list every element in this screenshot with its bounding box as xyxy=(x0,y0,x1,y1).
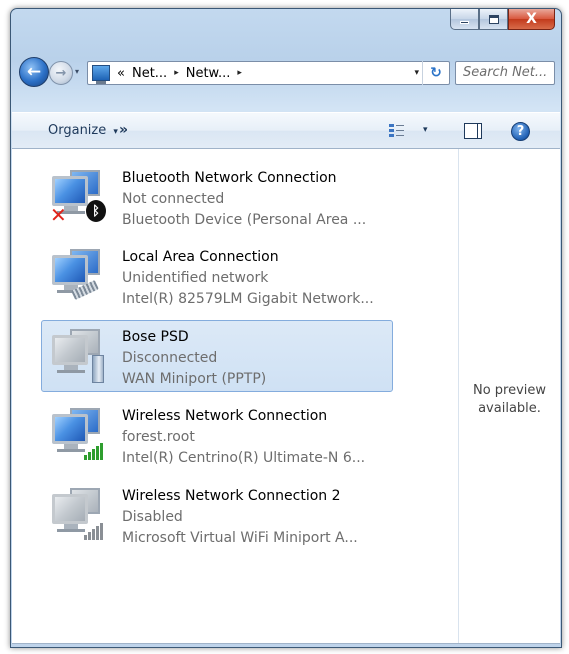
more-commands-button[interactable]: » xyxy=(119,122,128,138)
minimize-icon xyxy=(460,21,469,24)
server-icon xyxy=(92,355,104,383)
close-button[interactable]: X xyxy=(508,9,555,30)
wireless-disabled-icon xyxy=(50,486,104,542)
connection-status: Unidentified network xyxy=(122,270,269,286)
explorer-window: X ← → ▾ « Net... ▸ Netw... ▸ ▾ ↻ Search … xyxy=(10,8,562,648)
content-area: ✕ ᛒ Bluetooth Network Connection Not con… xyxy=(12,149,560,644)
list-item-bluetooth-connection[interactable]: ✕ ᛒ Bluetooth Network Connection Not con… xyxy=(41,161,393,233)
refresh-icon: ↻ xyxy=(430,65,442,81)
wireless-network-icon xyxy=(50,406,104,462)
chevron-down-icon: ▾ xyxy=(113,127,118,137)
signal-strength-icon xyxy=(84,522,104,540)
connection-name: Wireless Network Connection xyxy=(122,408,328,424)
breadcrumb-separator-icon[interactable]: ▸ xyxy=(174,68,179,78)
maximize-button[interactable] xyxy=(479,9,508,30)
back-button[interactable]: ← xyxy=(19,57,49,87)
search-input[interactable]: Search Net... xyxy=(455,61,555,85)
connection-status: Disabled xyxy=(122,509,183,525)
breadcrumb-item[interactable]: Netw... xyxy=(186,66,231,81)
connection-status: forest.root xyxy=(122,429,195,445)
command-bar: Organize ▾ » ▾ ? xyxy=(12,112,560,149)
recent-pages-button[interactable]: ▾ xyxy=(75,67,79,76)
organize-button[interactable]: Organize ▾ xyxy=(48,123,118,138)
change-view-button[interactable]: ▾ xyxy=(389,122,435,140)
connection-device: WAN Miniport (PPTP) xyxy=(122,371,267,387)
list-item-local-area-connection[interactable]: Local Area Connection Unidentified netwo… xyxy=(41,240,393,312)
connection-name: Wireless Network Connection 2 xyxy=(122,488,341,504)
forward-arrow-icon: → xyxy=(55,65,67,81)
forward-button[interactable]: → xyxy=(49,61,73,85)
more-commands-icon: » xyxy=(119,122,129,138)
connection-name: Bluetooth Network Connection xyxy=(122,170,337,186)
list-item-wireless-connection[interactable]: Wireless Network Connection forest.root … xyxy=(41,399,393,471)
preview-pane-button[interactable] xyxy=(464,123,482,139)
caption-buttons: X xyxy=(450,9,555,31)
connection-status: Disconnected xyxy=(122,350,218,366)
chevron-down-icon: ▾ xyxy=(423,125,428,135)
address-dropdown-icon[interactable]: ▾ xyxy=(414,68,419,78)
list-item-wireless-connection-2[interactable]: Wireless Network Connection 2 Disabled M… xyxy=(41,479,393,551)
connection-device: Bluetooth Device (Personal Area ... xyxy=(122,212,367,228)
connection-device: Microsoft Virtual WiFi Miniport A... xyxy=(122,530,358,546)
search-placeholder: Search Net... xyxy=(463,65,548,80)
list-item-bose-psd[interactable]: Bose PSD Disconnected WAN Miniport (PPTP… xyxy=(41,320,393,392)
back-arrow-icon: ← xyxy=(26,62,42,82)
preview-line-2: available. xyxy=(478,401,541,416)
connection-device: Intel(R) 82579LM Gigabit Network... xyxy=(122,291,374,307)
help-button[interactable]: ? xyxy=(511,122,530,141)
breadcrumb-item[interactable]: Net... xyxy=(132,66,167,81)
connection-device: Intel(R) Centrino(R) Ultimate-N 6... xyxy=(122,450,366,466)
signal-strength-icon xyxy=(84,442,104,460)
ethernet-network-icon xyxy=(50,247,104,303)
preview-message: No preview available. xyxy=(459,382,560,418)
control-panel-icon xyxy=(92,65,110,84)
details-view-icon xyxy=(389,123,404,138)
chevron-down-icon: ▾ xyxy=(75,67,80,76)
preview-line-1: No preview xyxy=(472,383,547,398)
address-bar[interactable]: « Net... ▸ Netw... ▸ ▾ ↻ xyxy=(87,61,450,85)
vpn-network-icon xyxy=(50,327,104,383)
breadcrumb-separator-icon[interactable]: ▸ xyxy=(237,68,242,78)
refresh-button[interactable]: ↻ xyxy=(422,61,449,85)
connection-name: Bose PSD xyxy=(122,329,189,345)
connection-status: Not connected xyxy=(122,191,225,207)
organize-label: Organize xyxy=(48,123,107,138)
preview-pane: No preview available. xyxy=(458,149,560,643)
bluetooth-icon: ᛒ xyxy=(86,200,106,222)
minimize-button[interactable] xyxy=(450,9,479,30)
connection-list: ✕ ᛒ Bluetooth Network Connection Not con… xyxy=(12,149,458,643)
bluetooth-network-icon: ✕ ᛒ xyxy=(50,168,106,227)
maximize-icon xyxy=(488,14,499,24)
connection-name: Local Area Connection xyxy=(122,249,279,265)
help-icon: ? xyxy=(516,124,525,139)
breadcrumb-overflow[interactable]: « xyxy=(117,66,125,81)
error-x-icon: ✕ xyxy=(50,203,67,227)
close-icon: X xyxy=(526,11,537,27)
navigation-bar: ← → ▾ « Net... ▸ Netw... ▸ ▾ ↻ Search Ne… xyxy=(19,57,555,89)
